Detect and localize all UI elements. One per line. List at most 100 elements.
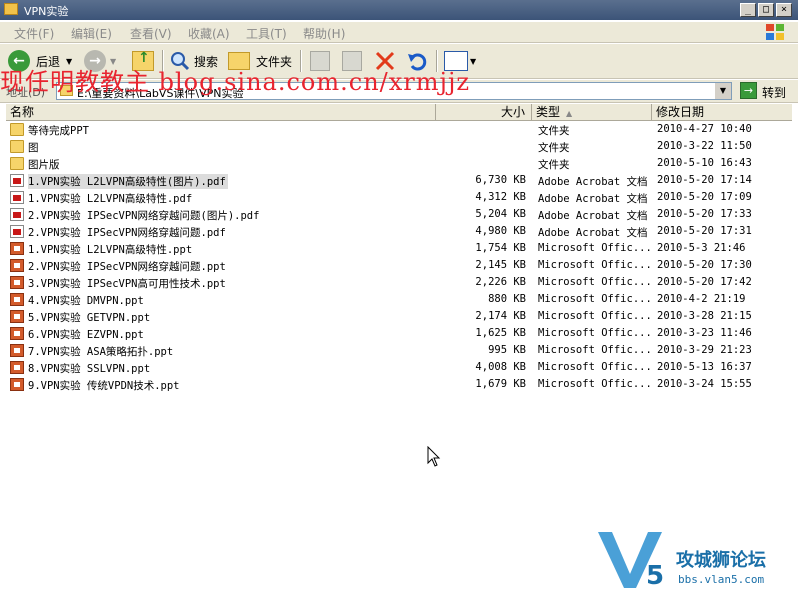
file-name: 3.VPN实验 IPSecVPN高可用性技术.ppt bbox=[28, 278, 226, 290]
menu-file[interactable]: 文件(F) bbox=[14, 25, 54, 42]
column-size[interactable]: 大小 bbox=[436, 104, 532, 120]
file-name: 1.VPN实验 L2LVPN高级特性.pdf bbox=[28, 193, 193, 205]
file-size: 4,008 KB bbox=[475, 361, 526, 373]
menu-bar: 文件(F) 编辑(E) 查看(V) 收藏(A) 工具(T) 帮助(H) bbox=[0, 22, 798, 43]
menu-view[interactable]: 查看(V) bbox=[130, 25, 172, 42]
file-modified: 2010-4-2 21:19 bbox=[657, 293, 746, 305]
file-list: 等待完成PPT 文件夹 2010-4-27 10:40 图文件夹 2010-3-22 1… bbox=[6, 121, 792, 393]
file-row[interactable]: 5.VPN实验 GETVPN.ppt 2,174 KB Microsoft Offi… bbox=[6, 308, 792, 325]
file-row[interactable]: 1.VPN实验 L2LVPN高级特性(图片).pdf 6,730 KB Adobe … bbox=[6, 172, 792, 189]
file-type: Microsoft Offic... bbox=[538, 259, 652, 271]
file-row[interactable]: 3.VPN实验 IPSecVPN高可用性技术.ppt 2,226 KB Micros… bbox=[6, 274, 792, 291]
ppt-file-icon bbox=[10, 276, 24, 289]
file-type: Adobe Acrobat 文档 bbox=[538, 210, 648, 222]
mouse-cursor-icon bbox=[427, 446, 441, 467]
file-size: 6,730 KB bbox=[475, 174, 526, 186]
file-name: 图 bbox=[28, 142, 39, 154]
file-row[interactable]: 等待完成PPT 文件夹 2010-4-27 10:40 bbox=[6, 121, 792, 138]
ppt-file-icon bbox=[10, 259, 24, 272]
chevron-down-icon[interactable]: ▼ bbox=[715, 83, 731, 99]
file-type: 文件夹 bbox=[538, 142, 570, 154]
file-modified: 2010-5-13 16:37 bbox=[657, 361, 752, 373]
file-size: 2,174 KB bbox=[475, 310, 526, 322]
file-modified: 2010-5-10 16:43 bbox=[657, 157, 752, 169]
file-row[interactable]: 2.VPN实验 IPSecVPN网络穿越问题.ppt 2,145 KB Micros… bbox=[6, 257, 792, 274]
file-name: 8.VPN实验 SSLVPN.ppt bbox=[28, 363, 151, 375]
ppt-file-icon bbox=[10, 310, 24, 323]
file-type: Adobe Acrobat 文档 bbox=[538, 193, 648, 205]
menu-edit[interactable]: 编辑(E) bbox=[71, 25, 112, 42]
file-type: Microsoft Offic... bbox=[538, 276, 652, 288]
ppt-file-icon bbox=[10, 242, 24, 255]
file-row[interactable]: 7.VPN实验 ASA策略拓扑.ppt 995 KB Microsoft Offic… bbox=[6, 342, 792, 359]
file-name: 2.VPN实验 IPSecVPN网络穿越问题.pdf bbox=[28, 227, 226, 239]
file-size: 4,980 KB bbox=[475, 225, 526, 237]
column-type-label: 类型 bbox=[536, 105, 561, 119]
file-row[interactable]: 4.VPN实验 DMVPN.ppt 880 KB Microsoft Offic..… bbox=[6, 291, 792, 308]
column-name[interactable]: 名称 bbox=[6, 104, 436, 120]
file-modified: 2010-3-22 11:50 bbox=[657, 140, 752, 152]
file-row[interactable]: 2.VPN实验 IPSecVPN网络穿越问题.pdf 4,980 KB Adobe … bbox=[6, 223, 792, 240]
file-modified: 2010-3-28 21:15 bbox=[657, 310, 752, 322]
folder-icon bbox=[10, 123, 24, 136]
menu-tools[interactable]: 工具(T) bbox=[246, 25, 287, 42]
file-type: Microsoft Offic... bbox=[538, 344, 652, 356]
folder-icon bbox=[4, 3, 18, 15]
pdf-file-icon bbox=[10, 191, 24, 204]
file-modified: 2010-3-24 15:55 bbox=[657, 378, 752, 390]
file-modified: 2010-4-27 10:40 bbox=[657, 123, 752, 135]
file-row[interactable]: 1.VPN实验 L2LVPN高级特性.pdf 4,312 KB Adobe Acro… bbox=[6, 189, 792, 206]
file-size: 4,312 KB bbox=[475, 191, 526, 203]
ppt-file-icon bbox=[10, 293, 24, 306]
ppt-file-icon bbox=[10, 327, 24, 340]
window-title: VPN实验 bbox=[24, 5, 69, 18]
folder-icon bbox=[10, 140, 24, 153]
file-row[interactable]: 8.VPN实验 SSLVPN.ppt 4,008 KB Microsoft Offi… bbox=[6, 359, 792, 376]
file-name: 2.VPN实验 IPSecVPN网络穿越问题.ppt bbox=[28, 261, 226, 273]
file-name: 7.VPN实验 ASA策略拓扑.ppt bbox=[28, 346, 174, 358]
file-modified: 2010-5-20 17:31 bbox=[657, 225, 752, 237]
file-modified: 2010-5-20 17:33 bbox=[657, 208, 752, 220]
blog-watermark: 现任明教教主 blog.sina.com.cn/xrmjjz bbox=[0, 68, 471, 96]
file-row[interactable]: 2.VPN实验 IPSecVPN网络穿越问题(图片).pdf 5,204 KB Ad… bbox=[6, 206, 792, 223]
maximize-button[interactable]: □ bbox=[758, 3, 774, 17]
close-button[interactable]: × bbox=[776, 3, 792, 17]
file-size: 1,625 KB bbox=[475, 327, 526, 339]
file-row[interactable]: 9.VPN实验 传统VPDN技术.ppt 1,679 KB Microsoft Of… bbox=[6, 376, 792, 393]
pdf-file-icon bbox=[10, 208, 24, 221]
sort-ascending-icon: ▲ bbox=[566, 109, 573, 118]
file-type: Microsoft Offic... bbox=[538, 293, 652, 305]
column-modified[interactable]: 修改日期 bbox=[652, 104, 792, 120]
file-name: 9.VPN实验 传统VPDN技术.ppt bbox=[28, 380, 180, 392]
file-size: 880 KB bbox=[488, 293, 526, 305]
windows-logo-icon bbox=[766, 24, 784, 40]
logo-brand-text: 攻城狮论坛 bbox=[676, 550, 766, 571]
file-row[interactable]: 6.VPN实验 EZVPN.ppt 1,625 KB Microsoft Offic… bbox=[6, 325, 792, 342]
file-name: 2.VPN实验 IPSecVPN网络穿越问题(图片).pdf bbox=[28, 210, 260, 222]
menu-favorites[interactable]: 收藏(A) bbox=[188, 25, 230, 42]
minimize-button[interactable]: _ bbox=[740, 3, 756, 17]
ppt-file-icon bbox=[10, 344, 24, 357]
menu-help[interactable]: 帮助(H) bbox=[303, 25, 345, 42]
file-type: Microsoft Offic... bbox=[538, 378, 652, 390]
file-modified: 2010-5-20 17:30 bbox=[657, 259, 752, 271]
column-header: 名称 大小 类型 ▲ 修改日期 bbox=[6, 104, 792, 121]
go-arrow-icon[interactable]: → bbox=[740, 82, 757, 99]
file-row[interactable]: 1.VPN实验 L2LVPN高级特性.ppt 1,754 KB Microsoft … bbox=[6, 240, 792, 257]
file-size: 2,145 KB bbox=[475, 259, 526, 271]
ppt-file-icon bbox=[10, 361, 24, 374]
file-modified: 2010-3-29 21:23 bbox=[657, 344, 752, 356]
column-type[interactable]: 类型 ▲ bbox=[532, 104, 652, 120]
file-modified: 2010-3-23 11:46 bbox=[657, 327, 752, 339]
file-type: Microsoft Offic... bbox=[538, 242, 652, 254]
file-row[interactable]: 图片版 文件夹 2010-5-10 16:43 bbox=[6, 155, 792, 172]
file-type: 文件夹 bbox=[538, 159, 570, 171]
file-type: Microsoft Offic... bbox=[538, 361, 652, 373]
pdf-file-icon bbox=[10, 225, 24, 238]
go-button[interactable]: 转到 bbox=[762, 84, 786, 101]
file-type: Adobe Acrobat 文档 bbox=[538, 227, 648, 239]
file-row[interactable]: 图 文件夹 2010-3-22 11:50 bbox=[6, 138, 792, 155]
file-modified: 2010-5-20 17:42 bbox=[657, 276, 752, 288]
file-name: 6.VPN实验 EZVPN.ppt bbox=[28, 329, 144, 341]
file-size: 5,204 KB bbox=[475, 208, 526, 220]
